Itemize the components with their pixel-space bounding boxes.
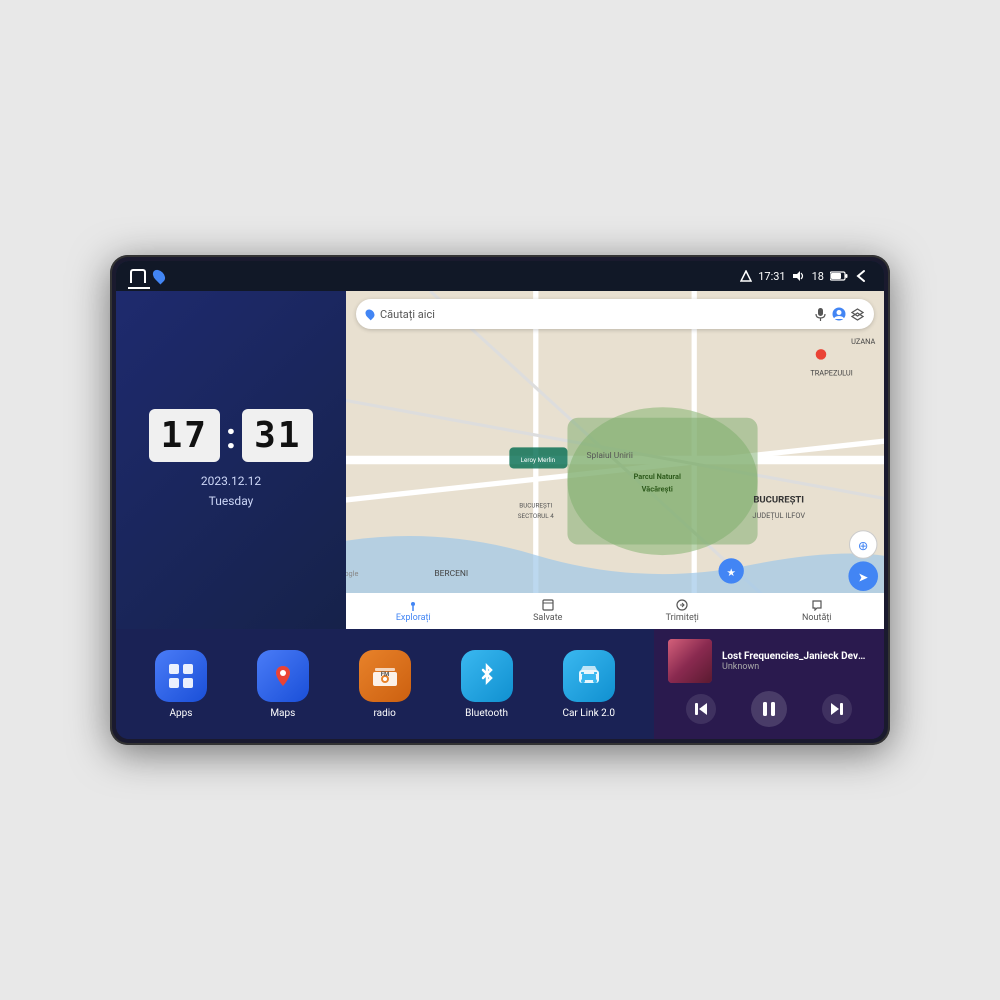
map-background: Splaiul Unirii BUCUREȘTI JUDEȚUL ILFOV B… bbox=[346, 291, 884, 629]
music-player: Lost Frequencies_Janieck Devy-... Unknow… bbox=[654, 629, 884, 739]
map-pin-icon bbox=[364, 308, 377, 321]
clock-hour: 17 bbox=[149, 409, 220, 462]
app-item-carlink[interactable]: Car Link 2.0 bbox=[562, 650, 615, 719]
svg-text:➤: ➤ bbox=[858, 570, 869, 585]
clock-colon: : bbox=[226, 415, 236, 457]
search-icons bbox=[814, 307, 864, 321]
apps-label: Apps bbox=[169, 708, 192, 719]
music-top: Lost Frequencies_Janieck Devy-... Unknow… bbox=[668, 639, 870, 683]
radio-label: radio bbox=[373, 708, 395, 719]
svg-text:BERCENI: BERCENI bbox=[434, 569, 468, 579]
map-nav-explore[interactable]: Explorați bbox=[346, 599, 481, 623]
radio-icon: FM bbox=[359, 650, 411, 702]
status-left bbox=[130, 269, 164, 283]
signal-icon bbox=[740, 270, 752, 282]
maps-label: Maps bbox=[270, 708, 295, 719]
layers-icon[interactable] bbox=[851, 308, 864, 321]
music-title: Lost Frequencies_Janieck Devy-... bbox=[722, 651, 870, 662]
svg-text:Google: Google bbox=[346, 569, 358, 578]
svg-text:FM: FM bbox=[380, 671, 389, 678]
map-nav-saved[interactable]: Salvate bbox=[481, 599, 616, 623]
svg-text:SECTORUL 4: SECTORUL 4 bbox=[518, 512, 554, 520]
music-info: Lost Frequencies_Janieck Devy-... Unknow… bbox=[722, 651, 870, 672]
apps-icon bbox=[155, 650, 207, 702]
maps-pin-icon[interactable] bbox=[151, 268, 168, 285]
music-artist: Unknown bbox=[722, 662, 870, 672]
status-time: 17:31 bbox=[758, 270, 785, 283]
maps-icon bbox=[257, 650, 309, 702]
svg-text:BUCUREȘTI: BUCUREȘTI bbox=[753, 494, 804, 505]
battery-icon bbox=[830, 271, 848, 281]
clock-minute: 31 bbox=[242, 409, 313, 462]
clock-panel: 17 : 31 2023.12.12 Tuesday bbox=[116, 291, 346, 629]
device-shell: 17:31 18 bbox=[110, 255, 890, 745]
music-controls bbox=[668, 691, 870, 727]
svg-text:Parcul Natural: Parcul Natural bbox=[634, 472, 681, 481]
svg-text:TRAPEZULUI: TRAPEZULUI bbox=[810, 369, 852, 378]
screen: 17:31 18 bbox=[116, 261, 884, 739]
play-pause-button[interactable] bbox=[751, 691, 787, 727]
svg-text:UZANA: UZANA bbox=[851, 337, 875, 346]
svg-text:Leroy Merlin: Leroy Merlin bbox=[521, 456, 556, 464]
search-input[interactable]: Căutați aici bbox=[380, 308, 808, 321]
map-bottom-nav: Explorați Salvate Trimiteți Noutăți bbox=[346, 593, 884, 629]
app-item-bluetooth[interactable]: Bluetooth bbox=[461, 650, 513, 719]
svg-text:Văcărești: Văcărești bbox=[642, 485, 673, 495]
account-icon[interactable] bbox=[832, 307, 846, 321]
svg-text:★: ★ bbox=[726, 566, 736, 579]
svg-text:⊕: ⊕ bbox=[858, 539, 869, 554]
volume-icon bbox=[792, 270, 806, 282]
bluetooth-label: Bluetooth bbox=[465, 708, 508, 719]
bluetooth-icon bbox=[461, 650, 513, 702]
prev-button[interactable] bbox=[686, 694, 716, 724]
battery-value: 18 bbox=[812, 270, 824, 283]
album-art-image bbox=[668, 639, 712, 683]
map-search-bar[interactable]: Căutați aici bbox=[356, 299, 874, 329]
svg-text:BUCUREȘTI: BUCUREȘTI bbox=[519, 502, 552, 510]
mic-icon[interactable] bbox=[814, 308, 827, 321]
svg-text:JUDEȚUL ILFOV: JUDEȚUL ILFOV bbox=[752, 511, 805, 520]
top-row: 17 : 31 2023.12.12 Tuesday bbox=[116, 291, 884, 629]
album-art bbox=[668, 639, 712, 683]
bottom-row: Apps Maps bbox=[116, 629, 884, 739]
home-icon[interactable] bbox=[130, 269, 146, 283]
app-item-apps[interactable]: Apps bbox=[155, 650, 207, 719]
next-button[interactable] bbox=[822, 694, 852, 724]
app-item-radio[interactable]: FM radio bbox=[359, 650, 411, 719]
map-nav-news[interactable]: Noutăți bbox=[750, 599, 885, 623]
main-content: 17 : 31 2023.12.12 Tuesday bbox=[116, 291, 884, 739]
clock-display: 17 : 31 bbox=[149, 409, 314, 462]
svg-text:Splaiul Unirii: Splaiul Unirii bbox=[587, 451, 633, 461]
carlink-label: Car Link 2.0 bbox=[562, 708, 615, 719]
map-nav-send[interactable]: Trimiteți bbox=[615, 599, 750, 623]
back-arrow-icon[interactable] bbox=[854, 269, 870, 283]
clock-date: 2023.12.12 Tuesday bbox=[201, 472, 261, 510]
status-right: 17:31 18 bbox=[740, 269, 870, 283]
status-bar: 17:31 18 bbox=[116, 261, 884, 291]
map-panel[interactable]: Splaiul Unirii BUCUREȘTI JUDEȚUL ILFOV B… bbox=[346, 291, 884, 629]
apps-bar: Apps Maps bbox=[116, 629, 654, 739]
carlink-icon bbox=[563, 650, 615, 702]
app-item-maps[interactable]: Maps bbox=[257, 650, 309, 719]
